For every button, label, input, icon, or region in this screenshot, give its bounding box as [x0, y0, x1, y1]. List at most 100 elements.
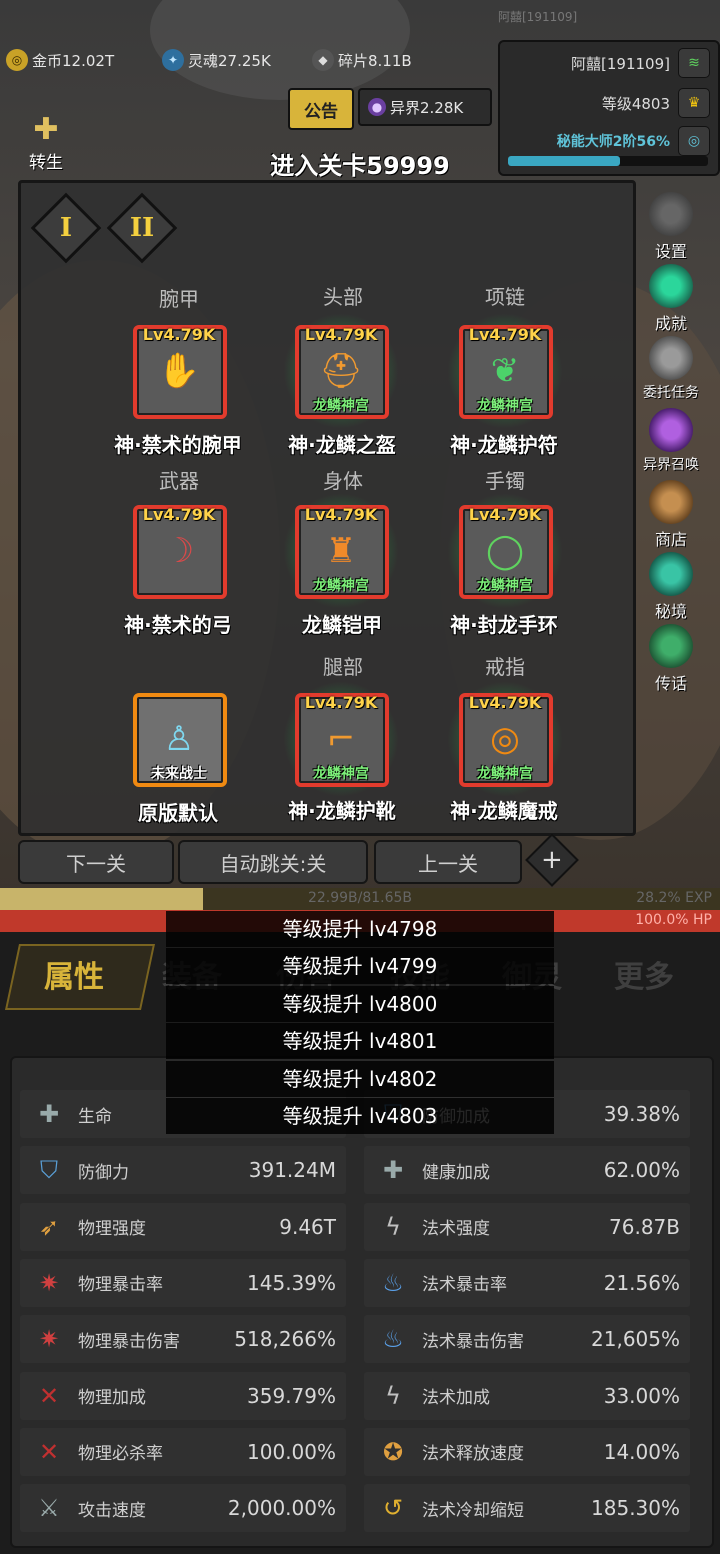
stat-row: ϟ 法术强度 76.87B: [364, 1202, 690, 1251]
stat-row: ✷ 物理暴击率 145.39%: [20, 1258, 346, 1307]
side-commission[interactable]: 委托任务: [636, 336, 706, 402]
gear-icon: [649, 192, 693, 236]
slot-bracer[interactable]: ✋ Lv4.79K: [131, 323, 227, 419]
stat-row: ✕ 物理加成 359.79%: [20, 1371, 346, 1420]
sword-icon: ⚔: [38, 1494, 60, 1523]
slot-weapon[interactable]: ☽ Lv4.79K: [131, 503, 227, 599]
bow-icon: ☽: [163, 531, 195, 571]
stat-label: 法术释放速度: [422, 1444, 524, 1465]
slot-legs-level: Lv4.79K: [304, 693, 378, 712]
player-level: 等级4803: [601, 94, 670, 113]
claw-icon: ✷: [38, 1325, 60, 1354]
tab-attributes-label[interactable]: 属性: [44, 952, 104, 996]
side-commission-label: 委托任务: [643, 385, 699, 401]
crystal-icon: [649, 552, 693, 596]
stat-label: 物理暴击率: [78, 1275, 163, 1296]
boots-icon: ⌐: [326, 719, 356, 759]
set-tab-1-label: I: [59, 213, 73, 243]
equipment-modal: I II 腕甲 头部 项链 ✋ Lv4.79K ⛑ Lv4.79K 龙鳞神宫 ❦…: [18, 180, 636, 836]
lightning-icon: ϟ: [385, 1381, 401, 1410]
side-achievement[interactable]: 成就: [636, 264, 706, 334]
stat-value: 21,605%: [591, 1327, 680, 1352]
slot-bracelet[interactable]: ◯ Lv4.79K 龙鳞神宫: [447, 493, 563, 609]
prev-stage-label: 上一关: [418, 851, 478, 876]
otherworld-icon: ●: [368, 98, 386, 116]
stat-row: ⛉ 防御力 391.24M: [20, 1146, 346, 1195]
stat-value: 21.56%: [603, 1270, 680, 1295]
item-name-costume: 原版默认: [138, 801, 218, 825]
item-name-bracelet: 神·封龙手环: [450, 613, 558, 637]
stat-label: 物理暴击伤害: [78, 1331, 180, 1352]
side-settings-label: 设置: [654, 242, 687, 261]
top-hint: 阿囍[191109]: [498, 10, 578, 24]
side-summon[interactable]: 异界召唤: [636, 408, 706, 474]
side-settings[interactable]: 设置: [636, 192, 706, 262]
slot-head-level: Lv4.79K: [304, 325, 378, 344]
bag-icon: [649, 480, 693, 524]
stat-row: ↺ 法术冷却缩短 185.30%: [364, 1484, 690, 1533]
slot-label-legs: 腿部: [323, 655, 363, 679]
item-name-necklace: 神·龙鳞护符: [450, 433, 558, 457]
stat-label: 物理强度: [78, 1219, 146, 1240]
set-tab-2[interactable]: II: [106, 192, 178, 264]
slot-legs[interactable]: ⌐ Lv4.79K 龙鳞神宫: [283, 681, 399, 797]
stat-value: 33.00%: [603, 1383, 680, 1408]
slot-weapon-level: Lv4.79K: [142, 505, 216, 524]
stat-row: ♨ 法术暴击伤害 21,605%: [364, 1315, 690, 1364]
stat-value: 100.00%: [247, 1439, 336, 1464]
slot-label-body: 身体: [323, 469, 363, 493]
set-tab-2-label: II: [129, 213, 155, 243]
side-shop-label: 商店: [654, 530, 687, 549]
set-tab-1[interactable]: I: [30, 192, 102, 264]
slot-necklace[interactable]: ❦ Lv4.79K 龙鳞神宫: [447, 313, 563, 429]
slot-costume[interactable]: ♙ 未来战士: [131, 691, 227, 787]
stage-title: 进入关卡59999: [270, 152, 450, 180]
slot-ring[interactable]: ◎ Lv4.79K 龙鳞神宫: [447, 681, 563, 797]
next-stage-button[interactable]: 下一关: [18, 840, 174, 884]
stat-value: 39.38%: [603, 1102, 680, 1126]
stat-value: 391.24M: [248, 1158, 336, 1183]
soul-value: 灵魂27.25K: [188, 51, 271, 70]
slot-head[interactable]: ⛑ Lv4.79K 龙鳞神宫: [283, 313, 399, 429]
stat-label: 法术冷却缩短: [422, 1500, 524, 1521]
helmet-icon: ⛑: [319, 351, 363, 391]
stat-label: 防御力: [78, 1162, 129, 1183]
exp-percent: 28.2% EXP: [636, 890, 712, 906]
prev-stage-button[interactable]: 上一关: [374, 840, 522, 884]
stat-label: 物理必杀率: [78, 1444, 163, 1465]
costume-icon: ♙: [163, 719, 195, 759]
exp-bar: 22.99B/81.65B 28.2% EXP: [0, 888, 720, 910]
side-message-label: 传话: [654, 674, 687, 693]
bracer-icon: ✋: [157, 351, 201, 391]
slot-necklace-badge: 龙鳞神宫: [477, 398, 533, 414]
auto-skip-button[interactable]: 自动跳关:关: [178, 840, 368, 884]
item-name-bracer: 神·禁术的腕甲: [114, 433, 242, 457]
gold-value: 金币12.02T: [32, 51, 115, 70]
stat-value: 62.00%: [603, 1158, 680, 1183]
stat-label: 物理加成: [78, 1388, 146, 1408]
hp-percent: 100.0% HP: [635, 912, 712, 928]
add-button[interactable]: +: [525, 833, 579, 887]
side-achievement-label: 成就: [654, 314, 687, 333]
plus-icon: +: [525, 833, 579, 887]
side-secret-realm[interactable]: 秘境: [636, 552, 706, 622]
shard-value: 碎片8.11B: [338, 51, 412, 70]
slot-legs-badge: 龙鳞神宫: [313, 766, 369, 782]
side-shop[interactable]: 商店: [636, 480, 706, 550]
tab-more[interactable]: 更多: [614, 952, 674, 996]
portal-icon: [649, 408, 693, 452]
exp-text: 22.99B/81.65B: [307, 890, 413, 906]
slot-label-bracelet: 手镯: [485, 469, 525, 493]
stat-label: 法术暴击伤害: [422, 1331, 524, 1352]
stat-value: 359.79%: [247, 1383, 336, 1408]
flame-icon: ♨: [382, 1325, 404, 1354]
notice-button[interactable]: 公告: [288, 88, 354, 130]
side-message[interactable]: 传话: [636, 624, 706, 694]
health-cross-icon: ✚: [38, 1100, 60, 1128]
slot-body[interactable]: ♜ Lv4.79K 龙鳞神宫: [283, 493, 399, 609]
stat-value: 76.87B: [609, 1214, 680, 1239]
stat-label: 健康加成: [422, 1162, 490, 1183]
level-log-entry: 等级提升 lv4798: [166, 911, 554, 947]
health-cross-icon: ✚: [382, 1156, 404, 1185]
level-log-entry: 等级提升 lv4802: [166, 1061, 554, 1097]
